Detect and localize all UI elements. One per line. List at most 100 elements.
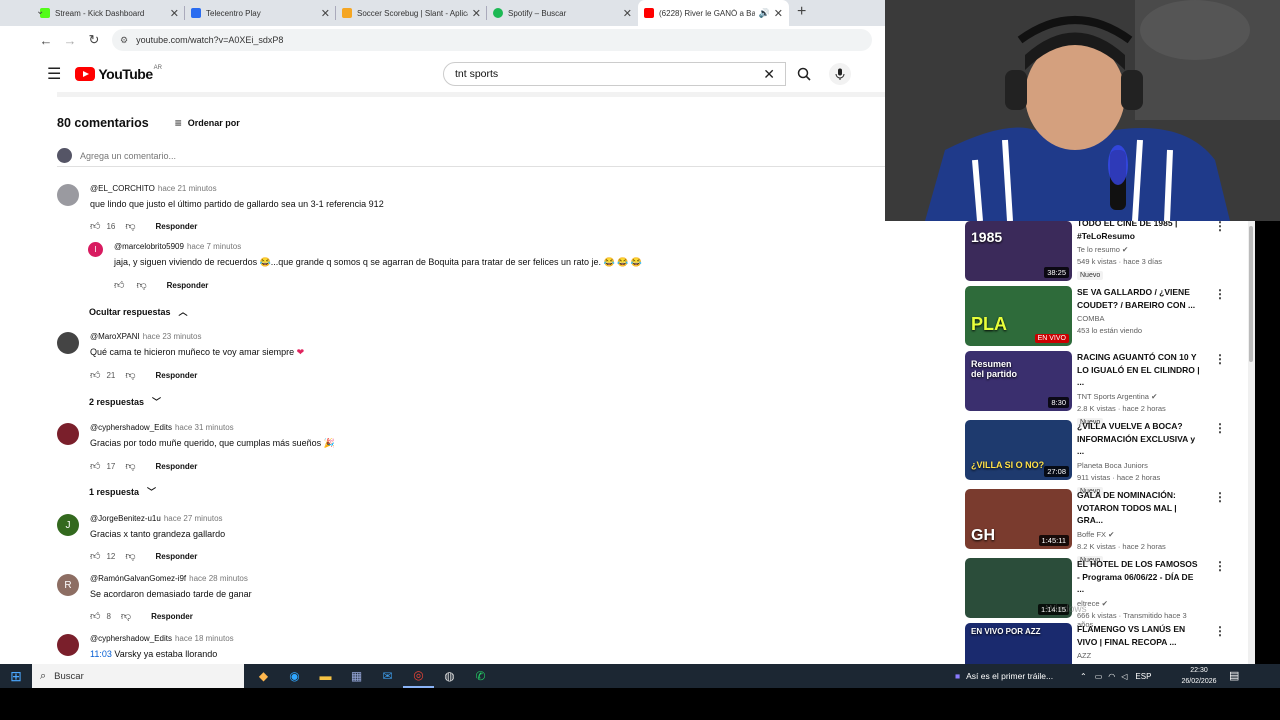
hamburger-menu-icon[interactable]: ☰	[47, 64, 61, 84]
comment-author[interactable]: @marcelobrito5909	[114, 242, 184, 251]
copilot-icon[interactable]: ◆	[248, 664, 279, 688]
dislike-icon[interactable]: 👎︎	[121, 610, 131, 622]
video-info[interactable]: RACING AGUANTÓ CON 10 Y LO IGUALÓ EN EL …	[1077, 351, 1202, 427]
notifications-icon[interactable]: ▤	[1229, 669, 1239, 682]
more-options-icon[interactable]: ⋮	[1214, 490, 1226, 504]
close-tab-icon[interactable]: ✕	[623, 7, 632, 20]
scrollbar-thumb[interactable]	[1249, 226, 1253, 362]
comment-time[interactable]: hace 23 minutos	[143, 332, 202, 341]
dislike-icon[interactable]: 👎︎	[136, 279, 146, 291]
comment-time[interactable]: hace 21 minutos	[158, 184, 217, 193]
volume-icon[interactable]: ◁	[1121, 672, 1127, 681]
file-explorer-icon[interactable]: ▬	[310, 664, 341, 688]
video-info[interactable]: SE VA GALLARDO / ¿VIENE COUDET? / BAREIR…	[1077, 286, 1202, 335]
reply-button[interactable]: Responder	[156, 222, 198, 231]
address-bar[interactable]: ⚙ youtube.com/watch?v=A0XEi_sdxP8	[112, 29, 872, 51]
comment-author[interactable]: @RamónGalvanGomez-i9f	[90, 574, 186, 583]
reply-button[interactable]: Responder	[167, 281, 209, 290]
reply-button[interactable]: Responder	[156, 462, 198, 471]
video-thumbnail[interactable]: EN VIVO POR AZZ	[965, 623, 1072, 664]
search-input[interactable]: tnt sports ✕	[443, 62, 786, 86]
comment-time[interactable]: hace 18 minutos	[175, 634, 234, 643]
avatar[interactable]	[57, 634, 79, 656]
close-tab-icon[interactable]: ✕	[170, 7, 179, 20]
browser-tab-spotify[interactable]: Spotify – Buscar ✕	[487, 0, 638, 26]
like-icon[interactable]: 👍︎	[90, 220, 100, 232]
mail-icon[interactable]: ✉	[372, 664, 403, 688]
comment-time[interactable]: hace 27 minutos	[164, 514, 223, 523]
view-replies-button[interactable]: 2 respuestas ﹀	[89, 395, 161, 408]
news-widget[interactable]: ■ Así es el primer tráile...	[955, 664, 1053, 688]
like-icon[interactable]: 👍︎	[114, 279, 124, 291]
comment-author[interactable]: @MaroXPANI	[90, 332, 140, 341]
reply-button[interactable]: Responder	[156, 552, 198, 561]
video-thumbnail[interactable]: Resumen del partido 8:30	[965, 351, 1072, 411]
more-options-icon[interactable]: ⋮	[1214, 352, 1226, 366]
comment-time[interactable]: hace 31 minutos	[175, 423, 234, 432]
dislike-icon[interactable]: 👎︎	[125, 220, 135, 232]
whatsapp-icon[interactable]: ✆	[465, 664, 496, 688]
avatar[interactable]: I	[88, 242, 103, 257]
comment-author[interactable]: @cyphershadow_Edits	[90, 634, 172, 643]
speaker-icon[interactable]: 🔊	[759, 8, 770, 19]
site-info-icon[interactable]: ⚙	[120, 35, 128, 46]
video-timestamp-link[interactable]: 11:03	[90, 649, 112, 659]
wifi-icon[interactable]: ◠	[1108, 672, 1115, 681]
avatar[interactable]	[57, 423, 79, 445]
video-thumbnail[interactable]: GH 1:45:11	[965, 489, 1072, 549]
more-options-icon[interactable]: ⋮	[1214, 559, 1226, 573]
dislike-icon[interactable]: 👎︎	[125, 550, 135, 562]
avatar[interactable]	[57, 332, 79, 354]
browser-tab-telecentro[interactable]: Telecentro Play ✕	[185, 0, 336, 26]
windows-start-icon[interactable]: ⊞	[0, 668, 32, 685]
more-options-icon[interactable]: ⋮	[1214, 421, 1226, 435]
new-tab-button[interactable]: +	[797, 0, 806, 26]
reload-icon[interactable]: ↻	[82, 32, 106, 48]
reply-button[interactable]: Responder	[151, 612, 193, 621]
add-comment-field[interactable]: Agrega un comentario...	[57, 145, 885, 167]
taskbar-clock[interactable]: 22:30 26/02/2026	[1175, 664, 1223, 688]
more-options-icon[interactable]: ⋮	[1214, 624, 1226, 638]
video-info[interactable]: GALA DE NOMINACIÓN: VOTARON TODOS MAL | …	[1077, 489, 1202, 565]
more-options-icon[interactable]: ⋮	[1214, 287, 1226, 301]
like-icon[interactable]: 👍︎	[90, 550, 100, 562]
back-icon[interactable]: ←	[34, 33, 58, 48]
edge-icon[interactable]: ◉	[279, 664, 310, 688]
store-icon[interactable]: ▦	[341, 664, 372, 688]
taskbar-search[interactable]: ⌕ Buscar	[32, 664, 244, 688]
chrome-icon[interactable]: ◎	[403, 664, 434, 688]
browser-tab-kick[interactable]: Stream - Kick Dashboard ✕	[34, 0, 185, 26]
chevron-up-icon[interactable]: ⌃	[1080, 672, 1087, 681]
comment-author[interactable]: @cyphershadow_Edits	[90, 423, 172, 432]
comment-author[interactable]: @EL_CORCHITO	[90, 184, 155, 193]
close-tab-icon[interactable]: ✕	[472, 7, 481, 20]
video-info[interactable]: ¿VILLA VUELVE A BOCA? INFORMACIÓN EXCLUS…	[1077, 420, 1202, 496]
comment-author[interactable]: @JorgeBenitez-u1u	[90, 514, 161, 523]
obs-icon[interactable]: ◍	[434, 664, 465, 688]
dislike-icon[interactable]: 👎︎	[125, 460, 135, 472]
browser-tab-scorebug[interactable]: Soccer Scorebug | Slant - Aplica ✕	[336, 0, 487, 26]
close-tab-icon[interactable]: ✕	[321, 7, 330, 20]
language-indicator[interactable]: ESP	[1135, 672, 1151, 681]
like-icon[interactable]: 👍︎	[90, 460, 100, 472]
like-icon[interactable]: 👍︎	[90, 610, 100, 622]
comment-time[interactable]: hace 7 minutos	[187, 242, 241, 251]
sort-button[interactable]: ≡ Ordenar por	[175, 116, 240, 130]
video-info[interactable]: TODO EL CINE DE 1985 | #TeLoResumo Te lo…	[1077, 221, 1202, 280]
avatar[interactable]: R	[57, 574, 79, 596]
video-info[interactable]: FLAMENGO VS LANÚS EN VIVO | FINAL RECOPA…	[1077, 623, 1202, 660]
video-thumbnail[interactable]: 1985 38:25	[965, 221, 1072, 281]
reply-button[interactable]: Responder	[156, 371, 198, 380]
video-info[interactable]: EL HOTEL DE LOS FAMOSOS - Programa 06/06…	[1077, 558, 1202, 629]
video-thumbnail[interactable]: ¿VILLA SI O NO? 27:08	[965, 420, 1072, 480]
tab-list-button[interactable]: ⌄	[36, 6, 44, 17]
close-tab-icon[interactable]: ✕	[774, 7, 783, 20]
comment-time[interactable]: hace 28 minutos	[189, 574, 248, 583]
browser-tab-youtube[interactable]: (6228) River le GANÓ a Ban 🔊 ✕	[638, 0, 789, 26]
clear-search-icon[interactable]: ✕	[763, 66, 775, 83]
avatar[interactable]: J	[57, 514, 79, 536]
video-thumbnail[interactable]: PLA EN VIVO	[965, 286, 1072, 346]
dislike-icon[interactable]: 👎︎	[125, 369, 135, 381]
forward-icon[interactable]: →	[58, 33, 82, 48]
search-button[interactable]	[786, 62, 822, 86]
